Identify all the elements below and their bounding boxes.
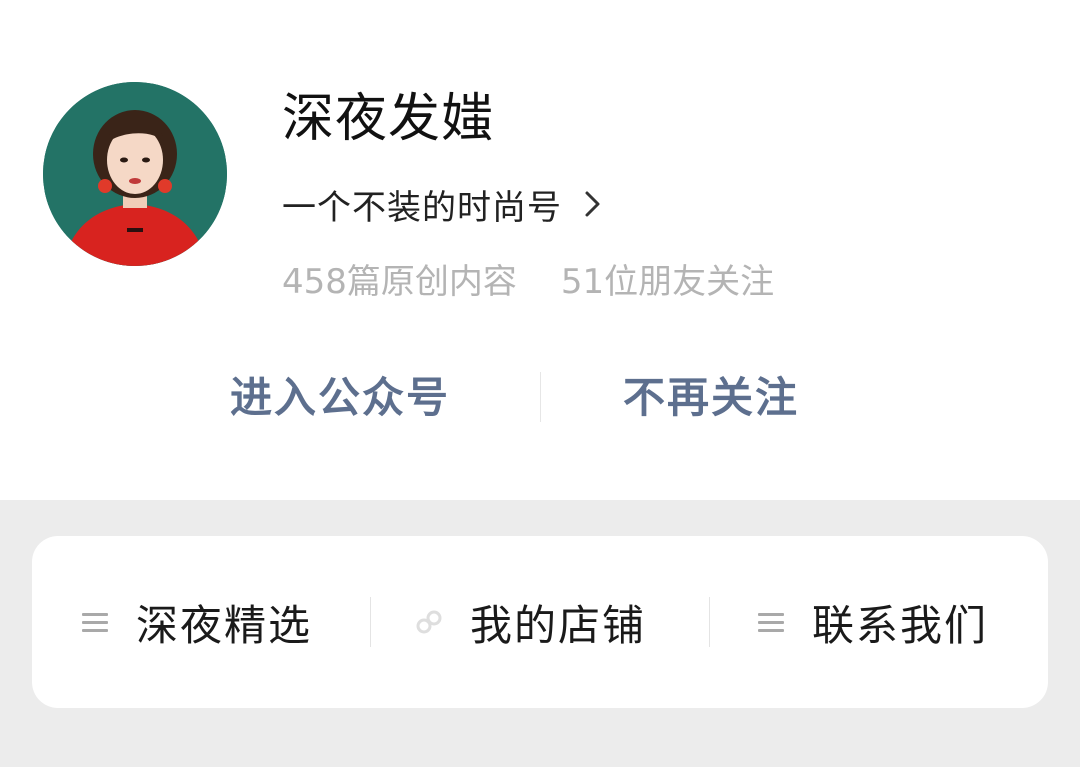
action-bar: 进入公众号 不再关注 [0,360,1080,436]
original-articles-count: 458篇原创内容 [282,261,517,302]
mini-program-link-icon [416,610,442,634]
menu-item-label: 联系我们 [812,600,989,650]
menu-lines-icon [82,613,108,632]
menu-item-label: 深夜精选 [136,600,313,650]
profile-card: 深夜发媸 一个不装的时尚号 458篇原创内容 51位朋友关注 进入公众号 不再关… [0,0,1080,500]
friends-following-count: 51位朋友关注 [560,261,775,302]
menu-divider [709,597,710,647]
official-account-profile-page: 深夜发媸 一个不装的时尚号 458篇原创内容 51位朋友关注 进入公众号 不再关… [0,0,1080,767]
enter-account-button[interactable]: 进入公众号 [230,360,450,436]
account-description: 一个不装的时尚号 [282,187,562,228]
account-description-link[interactable]: 一个不装的时尚号 [282,178,604,230]
menu-item-label: 我的店铺 [470,600,647,650]
avatar-portrait-icon [43,82,227,266]
account-stats: 458篇原创内容 51位朋友关注 [282,252,774,304]
account-menu: 深夜精选 我的店铺 联系我们 [32,536,1048,708]
unfollow-button[interactable]: 不再关注 [623,360,799,436]
menu-item-featured[interactable]: 深夜精选 [80,536,312,708]
menu-item-contact-us[interactable]: 联系我们 [756,536,988,708]
menu-item-my-store[interactable]: 我的店铺 [414,536,646,708]
avatar[interactable] [43,82,227,266]
action-divider [540,372,541,422]
menu-lines-icon [758,613,784,632]
menu-divider [370,597,371,647]
account-name: 深夜发媸 [282,89,495,149]
chevron-right-icon [585,191,600,217]
